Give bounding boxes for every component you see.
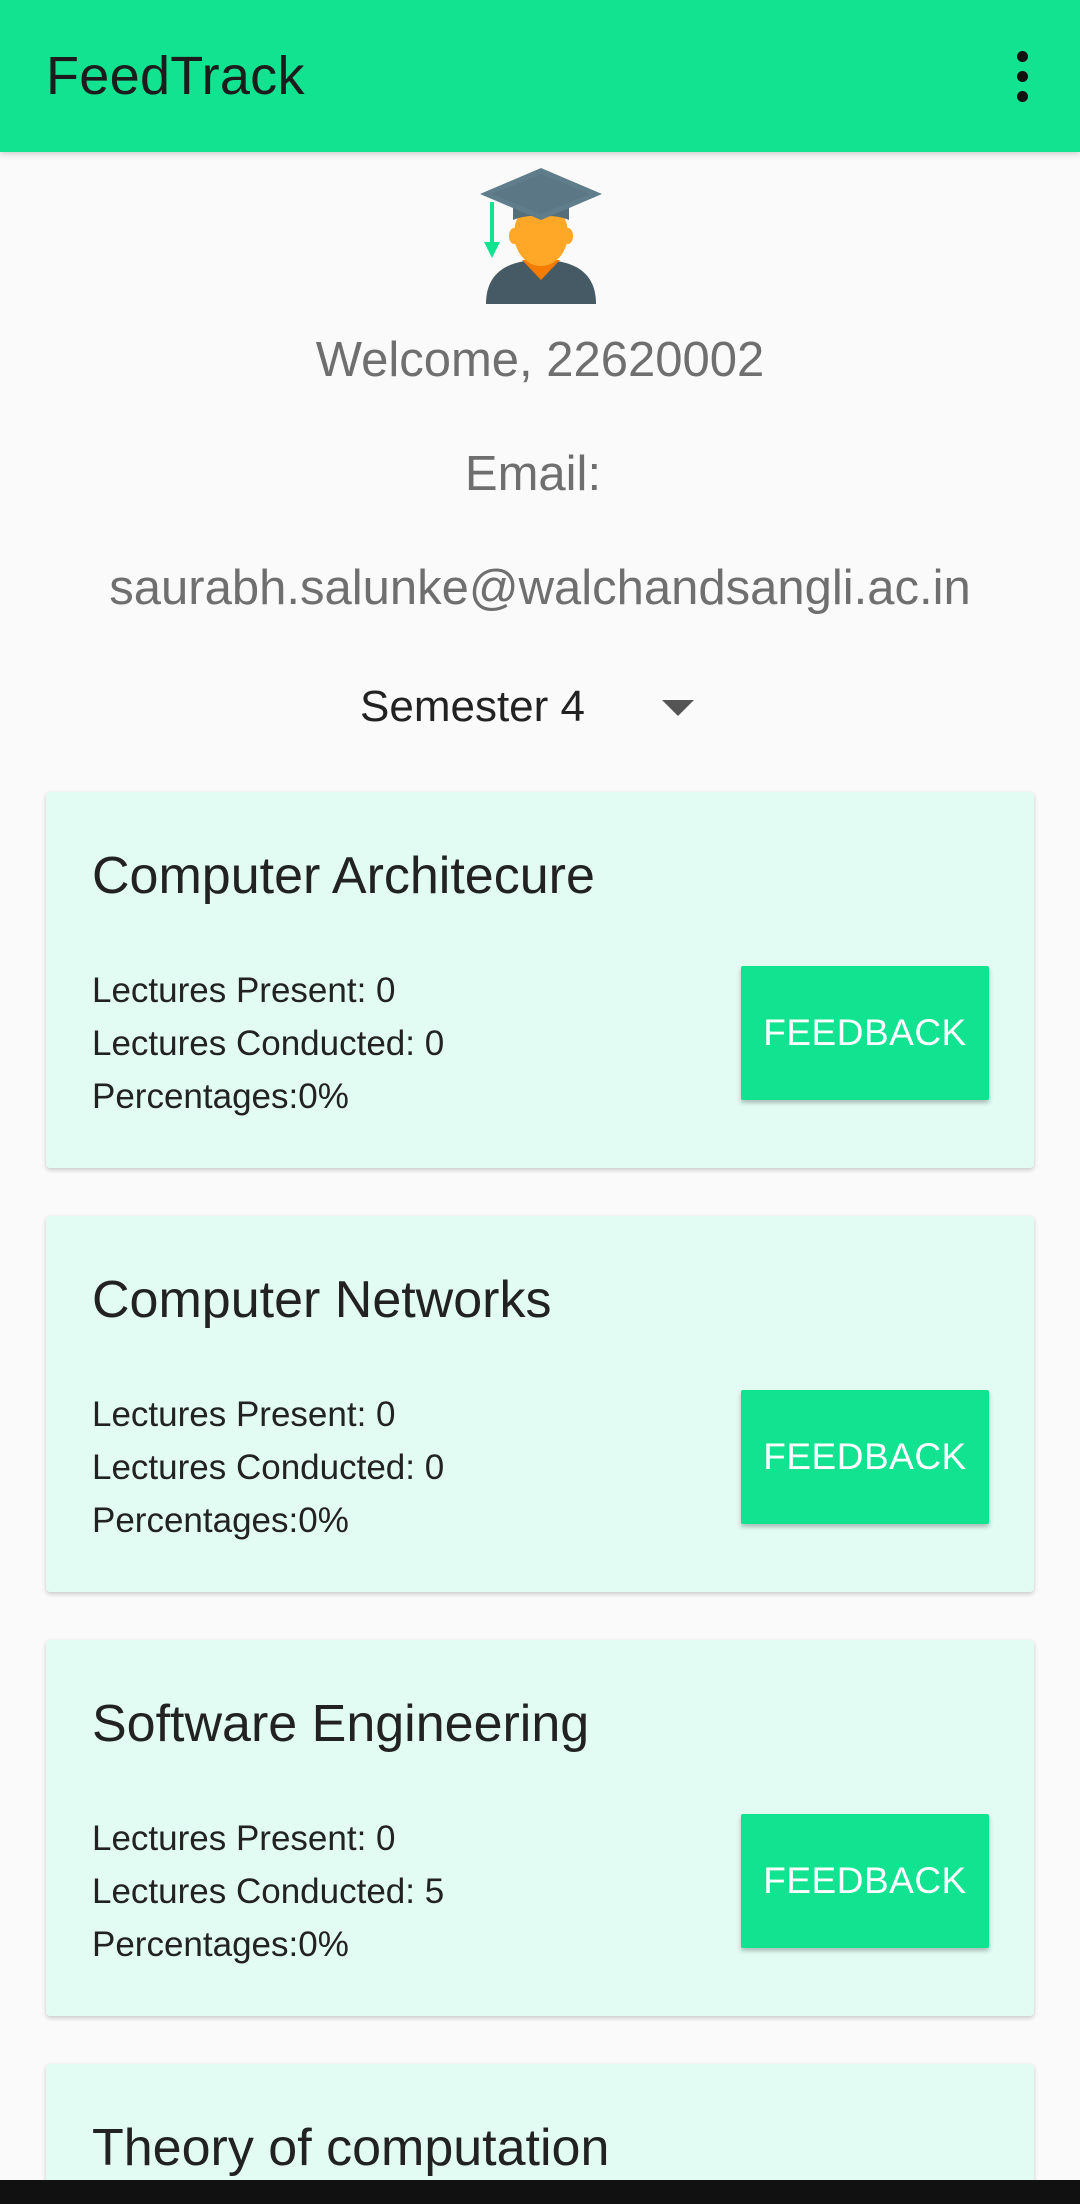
course-title: Software Engineering [92,1695,590,1753]
app-screen: FeedTrack Welcome, 22620002 Email: saura… [0,0,1080,2204]
attendance-percentage: Percentages:0% [92,1077,349,1116]
welcome-text: Welcome, 22620002 [315,333,765,387]
semester-selected-value: Semester 4 [360,682,585,731]
email-label: Email: [464,447,602,501]
course-title: Computer Architecure [92,847,595,905]
course-title: Theory of computation [92,2119,610,2177]
email-value: saurabh.salunke@walchandsangli.ac.in [109,561,971,615]
course-card: Computer Networks Lectures Present: 0 Le… [46,1216,1034,1592]
feedback-button[interactable]: FEEDBACK [741,1814,989,1948]
course-stats: Lectures Present: 0 Lectures Conducted: … [92,964,444,1123]
navigation-bar [0,2180,1080,2204]
course-card: Computer Architecure Lectures Present: 0… [46,792,1034,1168]
course-stats: Lectures Present: 0 Lectures Conducted: … [92,1812,444,1971]
attendance-percentage: Percentages:0% [92,1925,349,1964]
app-bar: FeedTrack [0,0,1080,152]
course-stats: Lectures Present: 0 Lectures Conducted: … [92,1388,444,1547]
feedback-button[interactable]: FEEDBACK [741,1390,989,1524]
lectures-present: Lectures Present: 0 [92,1395,396,1434]
course-card: Software Engineering Lectures Present: 0… [46,1640,1034,2016]
feedback-button[interactable]: FEEDBACK [741,966,989,1100]
menu-dot [1016,50,1028,62]
app-title: FeedTrack [46,46,305,106]
course-title: Computer Networks [92,1271,552,1329]
semester-dropdown[interactable]: Semester 4 [348,674,718,744]
attendance-percentage: Percentages:0% [92,1501,349,1540]
more-vert-icon[interactable] [982,36,1062,116]
lectures-conducted: Lectures Conducted: 0 [92,1448,445,1487]
dropdown-arrow-icon [662,700,694,716]
lectures-present: Lectures Present: 0 [92,1819,396,1858]
lectures-conducted: Lectures Conducted: 5 [92,1872,445,1911]
lectures-conducted: Lectures Conducted: 0 [92,1024,445,1063]
graduate-student-icon [480,168,602,304]
lectures-present: Lectures Present: 0 [92,971,396,1010]
menu-dot [1016,90,1028,102]
menu-dot [1016,70,1028,82]
